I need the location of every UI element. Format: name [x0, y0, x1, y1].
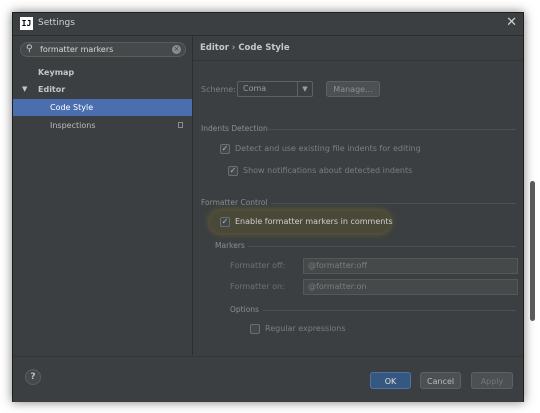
vertical-scrollbar[interactable]	[530, 181, 535, 321]
checkbox-label: Show notifications about detected indent…	[243, 166, 413, 175]
checkbox-checked-icon[interactable]: ✓	[220, 144, 230, 154]
formatter-off-label: Formatter off:	[230, 261, 286, 270]
checkbox-checked-icon[interactable]: ✓	[220, 217, 230, 227]
checkbox-label: Regular expressions	[265, 324, 346, 333]
options-title: Options	[230, 305, 259, 314]
search-icon: ⚲	[26, 44, 33, 54]
checkbox-label: Enable formatter markers in comments	[235, 217, 393, 226]
close-icon[interactable]: ✕	[506, 15, 517, 30]
checkbox-label: Detect and use existing file indents for…	[235, 144, 421, 153]
title-bar: IJ Settings ✕	[13, 13, 523, 36]
settings-dialog: IJ Settings ✕ ⚲ × Keymap ▼ Editor Code S…	[12, 12, 535, 402]
search-input[interactable]	[40, 44, 170, 55]
sidebar-item-inspections[interactable]: Inspections	[13, 117, 192, 134]
section-divider	[268, 129, 516, 130]
manage-button[interactable]: Manage...	[326, 81, 380, 97]
dialog-footer: ? OK Cancel Apply	[13, 356, 523, 402]
window-title: Settings	[38, 18, 75, 28]
formatter-on-field[interactable]: @formatter:on	[303, 279, 518, 295]
settings-sidebar: ⚲ × Keymap ▼ Editor Code Style Inspectio…	[13, 36, 193, 355]
apply-button[interactable]: Apply	[471, 372, 513, 389]
code-style-panel: Editor › Code Style Scheme: Coma ▼ Manage.…	[193, 36, 535, 355]
project-scope-icon	[178, 122, 183, 128]
sidebar-item-keymap[interactable]: Keymap	[13, 64, 192, 81]
scheme-dropdown[interactable]: Coma ▼	[237, 81, 313, 97]
checkbox-checked-icon[interactable]: ✓	[228, 166, 238, 176]
sidebar-item-label: Code Style	[50, 103, 94, 112]
indents-detection-title: Indents Detection	[201, 124, 268, 133]
sidebar-item-label: Keymap	[38, 68, 75, 77]
chevron-down-icon: ▼	[297, 82, 312, 96]
sidebar-item-label: Editor	[38, 85, 66, 94]
search-box[interactable]: ⚲ ×	[20, 42, 186, 57]
clear-search-icon[interactable]: ×	[172, 45, 181, 54]
formatter-off-field[interactable]: @formatter:off	[303, 258, 518, 274]
scheme-value: Coma	[243, 84, 267, 93]
breadcrumb-current: Code Style	[238, 43, 290, 53]
formatter-on-label: Formatter on:	[230, 282, 285, 291]
scheme-label: Scheme:	[201, 85, 236, 94]
section-divider	[248, 246, 516, 247]
breadcrumb-separator: ›	[231, 43, 236, 53]
help-icon[interactable]: ?	[25, 369, 41, 385]
section-divider	[271, 203, 516, 204]
formatter-control-title: Formatter Control	[201, 198, 268, 207]
markers-title: Markers	[215, 241, 245, 250]
breadcrumb: Editor › Code Style	[193, 36, 523, 61]
ok-button[interactable]: OK	[370, 372, 411, 389]
breadcrumb-parent: Editor	[200, 43, 229, 53]
cancel-button[interactable]: Cancel	[420, 372, 461, 389]
section-divider	[263, 310, 516, 311]
sidebar-item-label: Inspections	[50, 121, 96, 130]
expand-arrow-icon[interactable]: ▼	[22, 81, 27, 98]
app-logo-icon: IJ	[20, 17, 33, 30]
sidebar-item-editor[interactable]: ▼ Editor	[13, 81, 192, 98]
sidebar-item-code-style[interactable]: Code Style	[13, 99, 192, 116]
checkbox-unchecked-icon[interactable]	[250, 324, 260, 334]
